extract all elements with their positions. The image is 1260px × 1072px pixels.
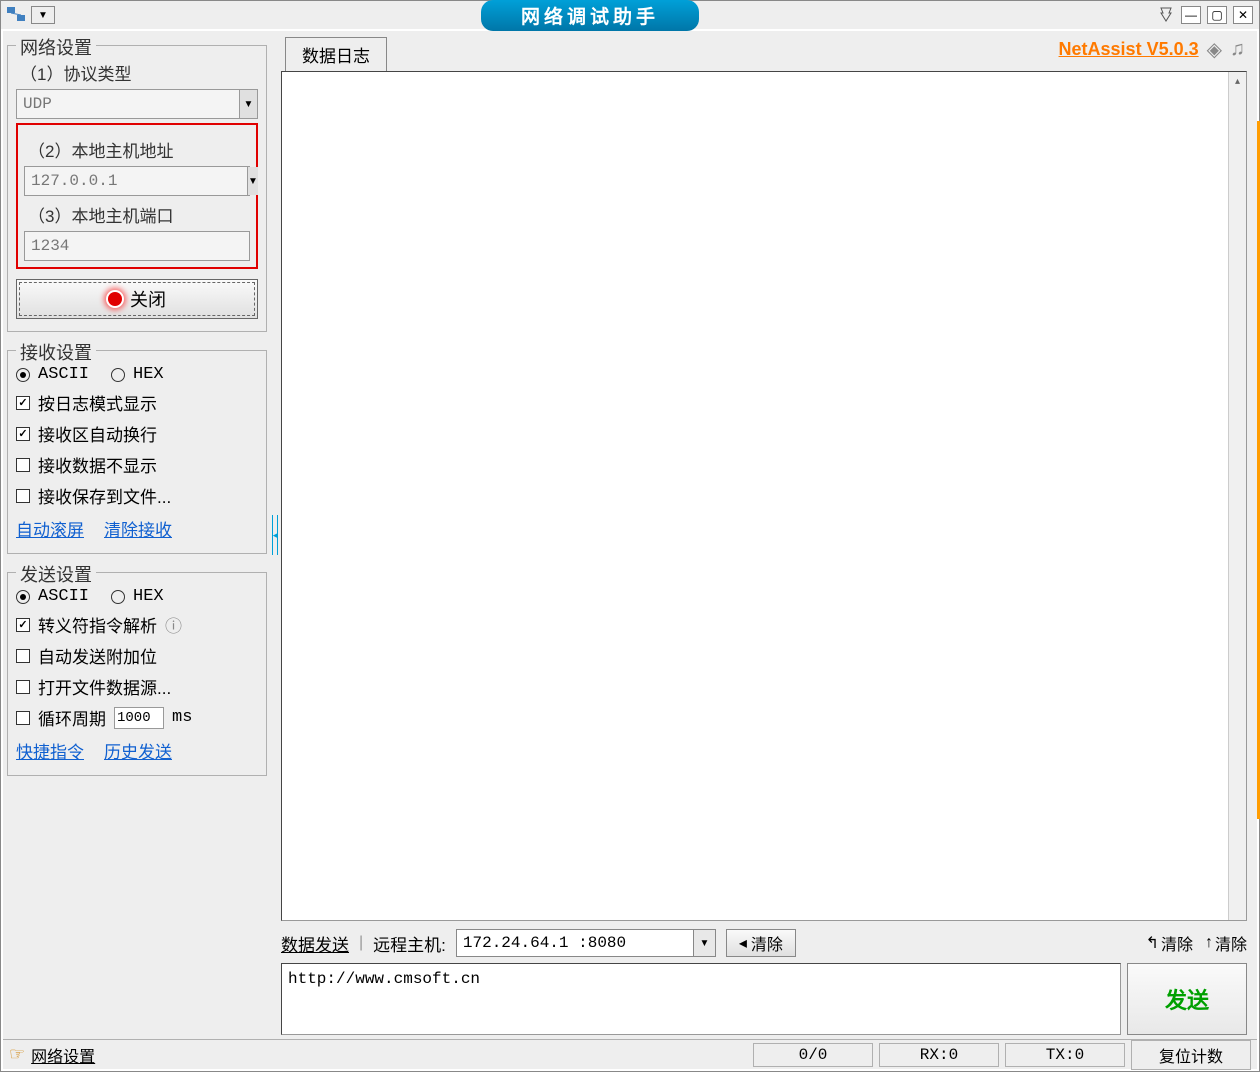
clear-recv-link[interactable]: 清除接收 [104,516,172,541]
auto-scroll-link[interactable]: 自动滚屏 [16,516,84,541]
clear-remote-button[interactable]: ◂ 清除 [726,929,796,957]
send-ascii-radio[interactable] [16,590,30,604]
recv-hex-radio[interactable] [111,368,125,382]
pin-icon[interactable] [1157,6,1175,24]
network-settings-group: 网络设置 （1）协议类型 ▼ （2）本地主机地址 ▼ （3）本地主机端口 [7,45,267,332]
minimize-button[interactable]: — [1181,6,1201,24]
status-counter: 0/0 [753,1043,873,1067]
remote-host-value[interactable] [457,934,693,952]
toggle-label: 关闭 [130,286,166,312]
tab-data-log[interactable]: 数据日志 [285,37,387,71]
port-label: （3）本地主机端口 [28,202,250,227]
up-arrow-icon: ↑ [1205,934,1213,952]
log-mode-label: 按日志模式显示 [38,390,157,415]
remote-host-label: 远程主机: [373,931,446,956]
group-title: 发送设置 [16,561,96,587]
save-file-checkbox[interactable] [16,489,30,503]
recv-hex-label: HEX [133,365,164,384]
auto-extra-checkbox[interactable] [16,649,30,663]
send-hex-label: HEX [133,587,164,606]
loop-unit: ms [172,708,192,727]
bell-icon[interactable]: ♫ [1230,38,1245,61]
no-display-checkbox[interactable] [16,458,30,472]
main-panel: NetAssist V5.0.3 ◈ ♫ 数据日志 ▴ 数据发送 | [279,31,1257,1039]
panel-splitter[interactable]: ◂ [271,31,279,1039]
clear-bottom-link[interactable]: ↑清除 [1205,931,1247,955]
data-log-textarea[interactable]: ▴ [281,71,1247,921]
protocol-select[interactable]: ▼ [16,89,258,119]
protocol-value[interactable] [17,95,239,113]
info-icon[interactable]: ⓘ [165,612,182,637]
scroll-up-icon[interactable]: ▴ [1229,72,1246,90]
open-file-checkbox [16,680,30,694]
remote-host-select[interactable]: ▼ [456,929,716,957]
log-mode-checkbox[interactable] [16,396,30,410]
clear-top-link[interactable]: ↰清除 [1146,931,1193,955]
status-tx: TX:0 [1005,1043,1125,1067]
recv-ascii-label: ASCII [38,365,89,384]
sidebar: 网络设置 （1）协议类型 ▼ （2）本地主机地址 ▼ （3）本地主机端口 [3,31,271,1039]
loop-label: 循环周期 [38,705,106,730]
chevron-down-icon[interactable]: ▼ [693,930,715,956]
protocol-label: （1）协议类型 [20,60,258,85]
send-button[interactable]: 发送 [1127,963,1247,1035]
reset-counter-button[interactable]: 复位计数 [1131,1040,1251,1070]
loop-value-input[interactable] [114,707,164,729]
auto-extra-label: 自动发送附加位 [38,643,157,668]
hand-icon[interactable]: ☞ [9,1044,25,1065]
open-file-label: 打开文件数据源... [38,674,171,699]
status-bar: ☞ 网络设置 0/0 RX:0 TX:0 复位计数 [3,1039,1257,1069]
no-display-label: 接收数据不显示 [38,452,157,477]
brand-label[interactable]: NetAssist V5.0.3 [1059,39,1199,60]
close-button[interactable]: ✕ [1233,6,1253,24]
send-ascii-label: ASCII [38,587,89,606]
diamond-icon[interactable]: ◈ [1207,37,1222,62]
data-send-label: 数据发送 [281,931,349,956]
loop-checkbox[interactable] [16,711,30,725]
group-title: 网络设置 [16,34,96,60]
recv-ascii-radio[interactable] [16,368,30,382]
auto-wrap-label: 接收区自动换行 [38,421,157,446]
history-link[interactable]: 历史发送 [104,738,172,763]
maximize-button[interactable]: ▢ [1207,6,1227,24]
menu-dropdown[interactable]: ▼ [31,6,55,24]
escape-checkbox[interactable] [16,618,30,632]
port-input[interactable] [25,232,249,260]
host-select[interactable]: ▼ [24,166,250,196]
send-hex-radio[interactable] [111,590,125,604]
shortcut-link[interactable]: 快捷指令 [16,738,84,763]
window-title: 网络调试助手 [481,0,699,31]
chevron-down-icon[interactable]: ▼ [239,90,257,118]
send-settings-group: 发送设置 ASCII HEX 转义符指令解析ⓘ 自动发送附加位 打开文件数据源.… [7,572,267,776]
status-settings-label[interactable]: 网络设置 [31,1043,95,1067]
chevron-down-icon[interactable]: ▼ [247,167,258,195]
scrollbar[interactable]: ▴ [1228,72,1246,920]
recv-settings-group: 接收设置 ASCII HEX 按日志模式显示 接收区自动换行 接收数据不显示 接… [7,350,267,554]
auto-wrap-checkbox[interactable] [16,427,30,441]
arrow-left-icon: ◂ [739,933,747,953]
save-file-label: 接收保存到文件... [38,483,171,508]
host-value[interactable] [25,172,247,190]
connection-toggle-button[interactable]: 关闭 [16,279,258,319]
status-rx: RX:0 [879,1043,999,1067]
app-icon [7,7,27,23]
host-label: （2）本地主机地址 [28,137,250,162]
escape-label: 转义符指令解析 [38,612,157,637]
status-indicator-icon [108,292,122,306]
send-textarea[interactable]: http://www.cmsoft.cn [281,963,1121,1035]
corner-arrow-icon: ↰ [1146,933,1159,953]
group-title: 接收设置 [16,339,96,365]
port-input-wrapper [24,231,250,261]
title-bar: ▼ 网络调试助手 — ▢ ✕ [1,1,1259,29]
highlighted-box: （2）本地主机地址 ▼ （3）本地主机端口 [16,123,258,269]
